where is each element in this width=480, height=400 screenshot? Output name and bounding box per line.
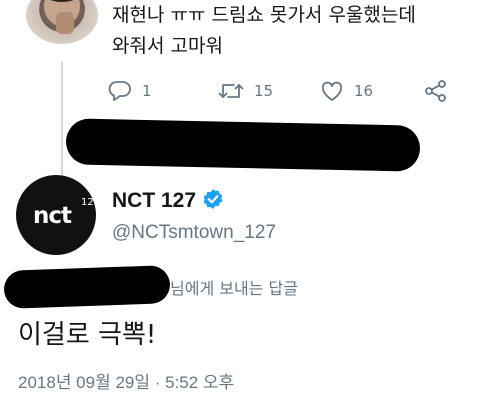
- tweet-text: 이걸로 극뽁!: [18, 320, 157, 350]
- parent-tweet-text-line-1: 재현나 ㅠㅠ 드림쇼 못가서 우울했는데: [112, 4, 416, 26]
- nct-logo-superscript: 127: [80, 197, 101, 208]
- nct-logo: nct 127: [32, 197, 100, 229]
- like-count: 16: [354, 82, 374, 100]
- redaction-mark: [3, 265, 171, 309]
- reply-context: 님에게 보내는 답글: [170, 279, 298, 298]
- thread-connector-line: [61, 62, 63, 180]
- reply-button[interactable]: 1: [108, 78, 152, 104]
- author-display-name[interactable]: NCT 127: [112, 189, 196, 213]
- verified-badge-icon: [202, 188, 224, 214]
- author-name-row[interactable]: NCT 127: [112, 188, 224, 214]
- tweet-timestamp[interactable]: 2018년 09월 29일 · 5:52 오후: [18, 368, 234, 393]
- heart-icon: [320, 80, 344, 102]
- parent-author-avatar[interactable]: [26, 0, 98, 44]
- redaction-mark: [65, 118, 421, 172]
- parent-tweet-text-line-2: 와줘서 고마워: [112, 35, 223, 57]
- nct127-avatar[interactable]: nct 127: [16, 175, 100, 255]
- author-handle[interactable]: @NCTsmtown_127: [112, 222, 276, 244]
- share-icon: [424, 80, 448, 102]
- retweet-icon: [218, 80, 244, 102]
- nct-logo-text: nct: [32, 203, 72, 229]
- parent-tweet-action-bar: 1 15 16: [108, 78, 460, 104]
- avatar-hand: [56, 12, 74, 34]
- share-button[interactable]: [424, 78, 448, 104]
- like-button[interactable]: 16: [320, 78, 373, 104]
- retweet-count: 15: [254, 82, 274, 100]
- reply-count: 1: [142, 82, 152, 100]
- retweet-button[interactable]: 15: [218, 78, 273, 104]
- reply-icon: [108, 80, 132, 102]
